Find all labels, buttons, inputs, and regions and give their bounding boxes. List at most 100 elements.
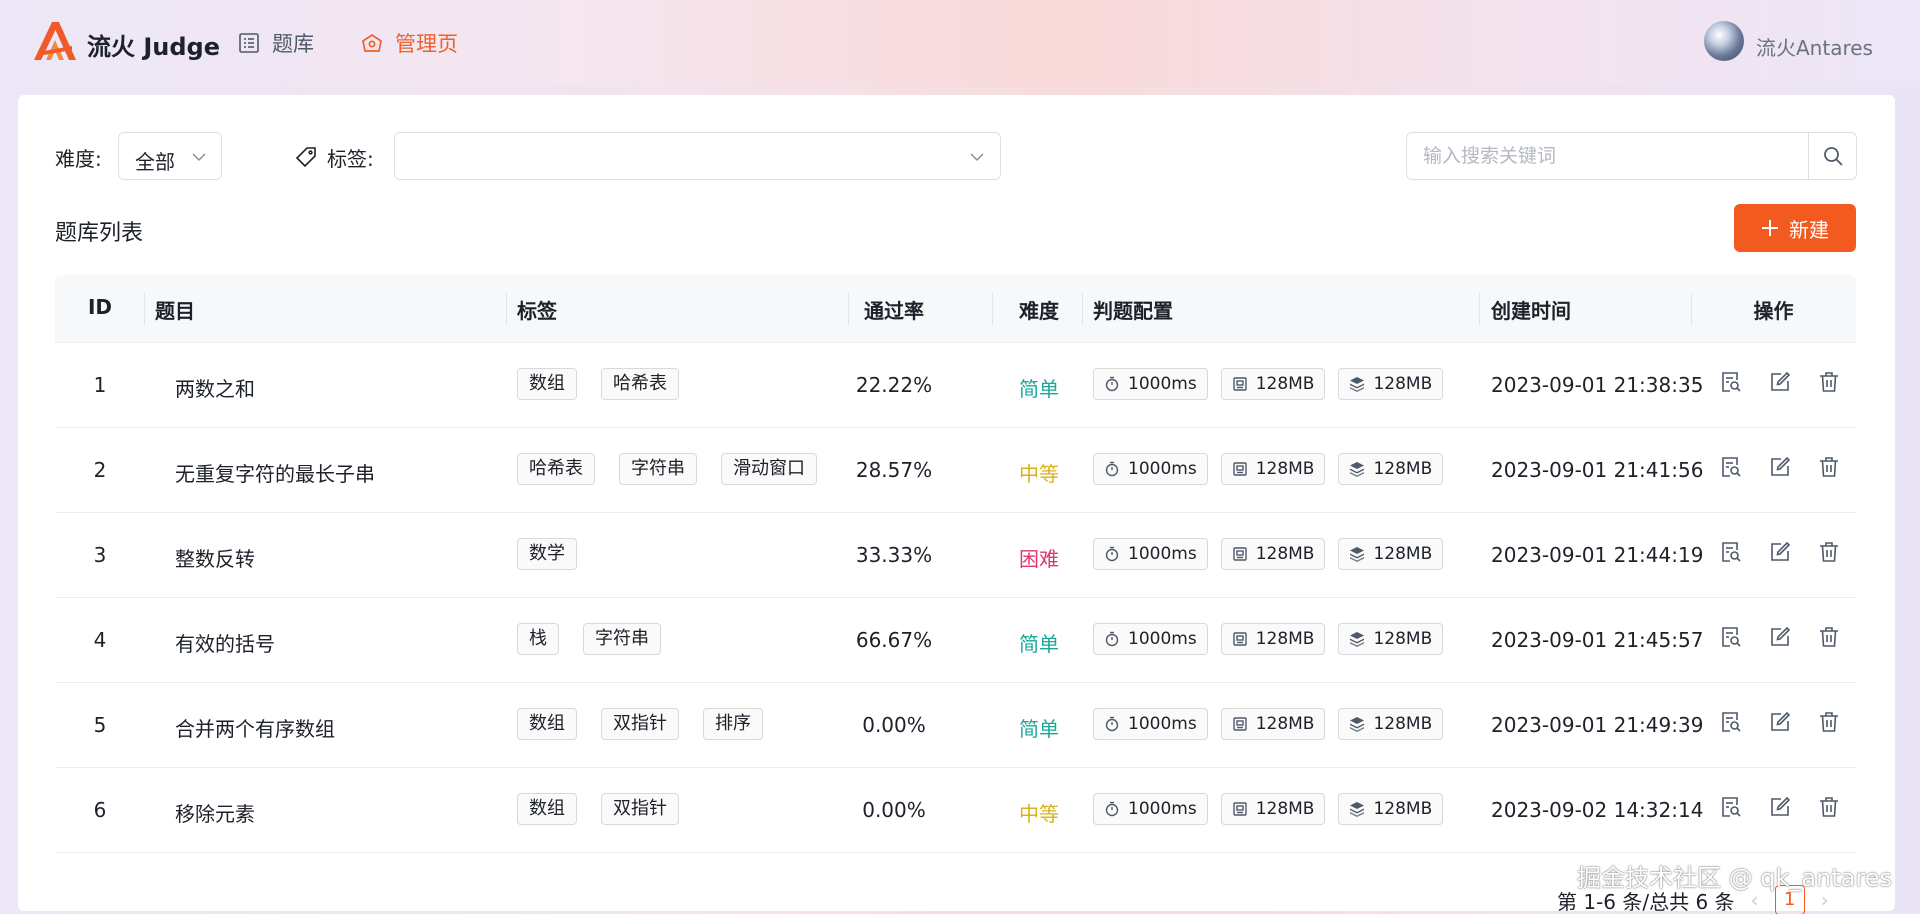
time-limit-chip: 1000ms bbox=[1093, 453, 1208, 485]
col-difficulty[interactable]: 难度 bbox=[993, 295, 1085, 324]
view-detail-icon bbox=[1722, 712, 1741, 732]
tag-chip[interactable]: 哈希表 bbox=[601, 368, 679, 400]
edit-icon bbox=[1771, 796, 1791, 816]
watermark-text: 掘金技术社区 @ qk_antares bbox=[1577, 864, 1893, 892]
memory-limit-chip: 128MB bbox=[1220, 453, 1326, 485]
col-pass-rate[interactable]: 通过率 bbox=[823, 295, 965, 324]
difficulty-badge: 简单 bbox=[1019, 377, 1059, 401]
tag-chip[interactable]: 排序 bbox=[703, 708, 763, 740]
search-icon bbox=[1823, 147, 1843, 166]
problem-title[interactable]: 移除元素 bbox=[175, 798, 255, 827]
problem-title[interactable]: 无重复字符的最长子串 bbox=[175, 458, 375, 487]
memory-limit-value: 128MB bbox=[1255, 799, 1315, 819]
view-button[interactable] bbox=[1718, 369, 1744, 395]
delete-icon bbox=[1820, 372, 1838, 392]
stack-limit-value: 128MB bbox=[1373, 374, 1433, 394]
edit-button[interactable] bbox=[1767, 539, 1793, 565]
avatar[interactable] bbox=[1704, 21, 1744, 61]
edit-button[interactable] bbox=[1767, 709, 1793, 735]
view-button[interactable] bbox=[1718, 539, 1744, 565]
brand-name[interactable]: 流火 Judge bbox=[87, 27, 220, 62]
stack-layers-icon bbox=[1350, 377, 1365, 392]
tag-chip[interactable]: 滑动窗口 bbox=[721, 453, 817, 485]
problem-title[interactable]: 合并两个有序数组 bbox=[175, 713, 335, 742]
problem-tags: 数学 bbox=[517, 538, 577, 570]
tag-chip[interactable]: 栈 bbox=[517, 623, 559, 655]
tag-chip[interactable]: 哈希表 bbox=[517, 453, 595, 485]
username[interactable]: 流火Antares bbox=[1756, 32, 1873, 61]
judge-config: 1000ms 128MB 128MB bbox=[1093, 538, 1444, 570]
nav-label-admin: 管理页 bbox=[395, 32, 458, 56]
problem-id: 5 bbox=[93, 713, 107, 737]
stack-limit-value: 128MB bbox=[1373, 629, 1433, 649]
delete-icon bbox=[1820, 712, 1838, 732]
memory-limit-chip: 128MB bbox=[1220, 793, 1326, 825]
stack-layers-icon bbox=[1350, 462, 1365, 477]
delete-button[interactable] bbox=[1816, 624, 1842, 650]
stack-limit-value: 128MB bbox=[1373, 799, 1433, 819]
problem-tags: 数组 双指针 排序 bbox=[517, 708, 763, 740]
tag-chip[interactable]: 字符串 bbox=[619, 453, 697, 485]
difficulty-select[interactable]: 全部 bbox=[118, 132, 222, 180]
plus-icon bbox=[1762, 220, 1778, 236]
view-button[interactable] bbox=[1718, 794, 1744, 820]
edit-icon bbox=[1771, 456, 1791, 476]
tag-chip[interactable]: 数组 bbox=[517, 793, 577, 825]
delete-button[interactable] bbox=[1816, 454, 1842, 480]
view-detail-icon bbox=[1722, 627, 1741, 647]
search-button[interactable] bbox=[1808, 132, 1857, 180]
stack-limit-chip: 128MB bbox=[1338, 708, 1444, 740]
judge-config: 1000ms 128MB 128MB bbox=[1093, 453, 1444, 485]
delete-button[interactable] bbox=[1816, 539, 1842, 565]
row-actions bbox=[1718, 624, 1842, 650]
created-time: 2023-09-01 21:38:35 bbox=[1491, 373, 1704, 397]
problem-title[interactable]: 两数之和 bbox=[175, 373, 255, 402]
list-title: 题库列表 bbox=[55, 221, 144, 246]
delete-button[interactable] bbox=[1816, 709, 1842, 735]
logo-icon[interactable] bbox=[32, 20, 78, 62]
col-created-at[interactable]: 创建时间 bbox=[1491, 295, 1571, 324]
stack-limit-value: 128MB bbox=[1373, 714, 1433, 734]
nav-item-admin[interactable]: 管理页 bbox=[361, 28, 458, 58]
edit-button[interactable] bbox=[1767, 369, 1793, 395]
row-actions bbox=[1718, 369, 1842, 395]
tag-chip[interactable]: 数学 bbox=[517, 538, 577, 570]
new-problem-button[interactable]: 新建 bbox=[1734, 204, 1856, 252]
stack-limit-value: 128MB bbox=[1373, 459, 1433, 479]
search-input[interactable] bbox=[1406, 132, 1808, 180]
delete-button[interactable] bbox=[1816, 794, 1842, 820]
col-tags[interactable]: 标签 bbox=[517, 295, 557, 324]
tags-select[interactable] bbox=[394, 132, 1001, 180]
col-judge-config[interactable]: 判题配置 bbox=[1093, 295, 1173, 324]
edit-icon bbox=[1771, 711, 1791, 731]
chevron-down-icon bbox=[970, 153, 984, 162]
problem-title[interactable]: 整数反转 bbox=[175, 543, 255, 572]
table-row: 6 移除元素 数组 双指针 0.00% 中等 1000ms 128MB 128MB… bbox=[55, 768, 1856, 853]
tag-chip[interactable]: 双指针 bbox=[601, 708, 679, 740]
edit-button[interactable] bbox=[1767, 794, 1793, 820]
edit-button[interactable] bbox=[1767, 454, 1793, 480]
tag-chip[interactable]: 数组 bbox=[517, 708, 577, 740]
time-limit-chip: 1000ms bbox=[1093, 708, 1208, 740]
stack-layers-icon bbox=[1350, 547, 1365, 562]
delete-button[interactable] bbox=[1816, 369, 1842, 395]
stack-limit-chip: 128MB bbox=[1338, 793, 1444, 825]
col-title[interactable]: 题目 bbox=[155, 295, 195, 324]
timer-icon bbox=[1105, 716, 1119, 732]
tag-chip[interactable]: 双指针 bbox=[601, 793, 679, 825]
table-header: ID 题目 标签 通过率 难度 判题配置 创建时间 操作 bbox=[55, 275, 1856, 343]
view-button[interactable] bbox=[1718, 624, 1744, 650]
view-button[interactable] bbox=[1718, 454, 1744, 480]
tag-chip[interactable]: 字符串 bbox=[583, 623, 661, 655]
col-actions[interactable]: 操作 bbox=[1691, 295, 1856, 324]
nav-item-problem-bank[interactable]: 题库 bbox=[238, 28, 314, 58]
problem-tags: 数组 双指针 bbox=[517, 793, 679, 825]
tag-chip[interactable]: 数组 bbox=[517, 368, 577, 400]
problem-title[interactable]: 有效的括号 bbox=[175, 628, 275, 657]
row-actions bbox=[1718, 539, 1842, 565]
time-limit-value: 1000ms bbox=[1128, 629, 1197, 649]
col-id[interactable]: ID bbox=[55, 295, 145, 319]
view-button[interactable] bbox=[1718, 709, 1744, 735]
edit-icon bbox=[1771, 541, 1791, 561]
edit-button[interactable] bbox=[1767, 624, 1793, 650]
